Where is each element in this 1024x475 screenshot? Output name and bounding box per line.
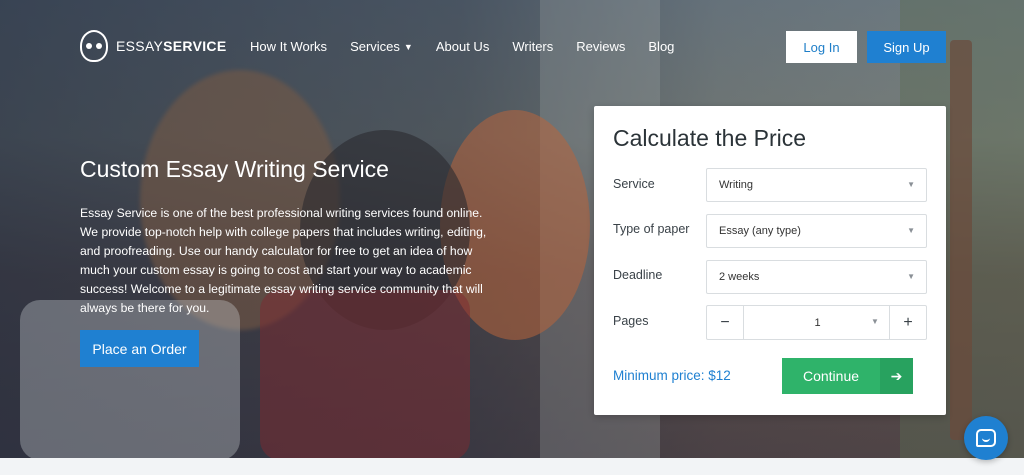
service-value: Writing bbox=[719, 179, 754, 191]
hero-section: ESSAYSERVICE How It Works Services ▼ Abou… bbox=[0, 0, 1024, 458]
site-logo[interactable]: ESSAYSERVICE bbox=[80, 30, 226, 62]
nav-services[interactable]: Services ▼ bbox=[350, 39, 413, 54]
chevron-down-icon: ▼ bbox=[907, 180, 915, 189]
chat-button[interactable] bbox=[964, 416, 1008, 460]
owl-icon bbox=[80, 30, 108, 62]
nav-how-it-works[interactable]: How It Works bbox=[250, 39, 327, 54]
page-title: Custom Essay Writing Service bbox=[80, 156, 389, 182]
nav-blog[interactable]: Blog bbox=[648, 39, 674, 54]
pages-value[interactable]: 1 bbox=[745, 306, 890, 339]
paper-type-value: Essay (any type) bbox=[719, 225, 801, 237]
decrement-button[interactable]: − bbox=[707, 306, 744, 339]
service-label: Service bbox=[613, 177, 655, 191]
increment-button[interactable]: + bbox=[889, 306, 926, 339]
chevron-down-icon: ▼ bbox=[403, 42, 413, 52]
chevron-down-icon: ▼ bbox=[907, 272, 915, 281]
deadline-select[interactable]: 2 weeks ▼ bbox=[706, 260, 927, 294]
login-button[interactable]: Log In bbox=[786, 31, 857, 63]
price-calculator: Calculate the Price Service Writing ▼ Ty… bbox=[594, 106, 946, 415]
signup-button[interactable]: Sign Up bbox=[867, 31, 946, 63]
nav-about-us[interactable]: About Us bbox=[436, 39, 489, 54]
background-photo bbox=[950, 40, 972, 440]
chevron-down-icon[interactable]: ▼ bbox=[871, 317, 879, 326]
hero-description: Essay Service is one of the best profess… bbox=[80, 206, 487, 315]
nav-reviews[interactable]: Reviews bbox=[576, 39, 625, 54]
place-order-button[interactable]: Place an Order bbox=[80, 330, 199, 367]
deadline-label: Deadline bbox=[613, 268, 663, 282]
chat-icon bbox=[976, 429, 996, 447]
chevron-down-icon: ▼ bbox=[907, 226, 915, 235]
background-photo bbox=[20, 300, 240, 458]
logo-text: ESSAYSERVICE bbox=[116, 38, 227, 54]
arrow-right-icon: ➔ bbox=[880, 358, 913, 394]
calculator-title: Calculate the Price bbox=[613, 125, 807, 151]
deadline-value: 2 weeks bbox=[719, 271, 760, 283]
main-nav: How It Works Services ▼ About Us Writers … bbox=[250, 39, 674, 54]
minimum-price: Minimum price: $12 bbox=[613, 368, 731, 383]
paper-type-select[interactable]: Essay (any type) ▼ bbox=[706, 214, 927, 248]
paper-type-label: Type of paper bbox=[613, 222, 690, 236]
pages-label: Pages bbox=[613, 314, 649, 328]
nav-writers[interactable]: Writers bbox=[512, 39, 553, 54]
service-select[interactable]: Writing ▼ bbox=[706, 168, 927, 202]
pages-stepper: − 1 ▼ + bbox=[706, 305, 927, 340]
continue-label: Continue bbox=[802, 368, 860, 384]
continue-button[interactable]: Continue ➔ bbox=[782, 358, 913, 394]
